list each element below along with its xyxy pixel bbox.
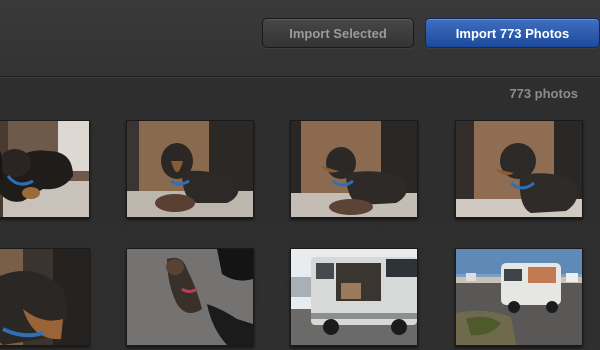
dog-on-blanket-image	[0, 121, 89, 217]
photo-thumbnail[interactable]	[0, 120, 90, 218]
dog-head-closeup-image	[0, 249, 89, 345]
photo-thumbnail[interactable]	[290, 248, 418, 346]
photo-count-label: 773 photos	[509, 86, 578, 101]
dog-by-door-profile-image	[291, 121, 417, 217]
import-window: Import Selected Import 773 Photos 773 ph…	[0, 0, 600, 350]
van-in-parking-lot-image	[456, 249, 582, 345]
photo-thumbnail[interactable]	[126, 120, 254, 218]
dog-on-asphalt-image	[127, 249, 253, 345]
dog-by-door-image	[127, 121, 253, 217]
van-open-door-image	[291, 249, 417, 345]
import-selected-button[interactable]: Import Selected	[262, 18, 414, 48]
photo-thumbnail[interactable]	[0, 248, 90, 346]
photo-thumbnail[interactable]	[455, 120, 583, 218]
dog-by-door-closeup-image	[456, 121, 582, 217]
photo-thumbnail[interactable]	[290, 120, 418, 218]
import-toolbar: Import Selected Import 773 Photos	[0, 0, 600, 77]
photo-thumbnail[interactable]	[455, 248, 583, 346]
photo-thumbnail[interactable]	[126, 248, 254, 346]
import-all-button[interactable]: Import 773 Photos	[425, 18, 600, 48]
